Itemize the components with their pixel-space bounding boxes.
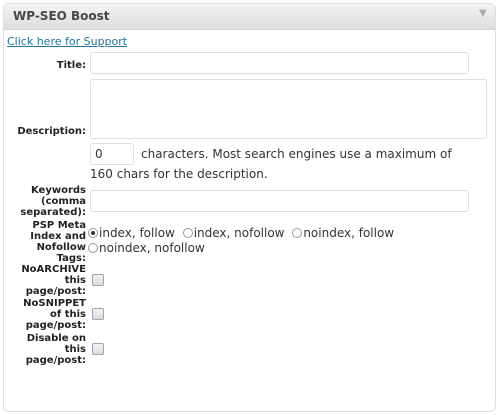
radio-label: noindex, follow [303, 226, 395, 240]
triangle-down-icon[interactable]: ▼ [479, 8, 487, 19]
nosnippet-label-line: NoSNIPPET [23, 298, 86, 309]
meta-tags-label: PSP Meta Index and Nofollow Tags: [2, 220, 86, 264]
char-help-line1: characters. Most search engines use a ma… [141, 147, 452, 161]
keywords-label-line: (comma [41, 196, 86, 207]
disable-label-line: this [64, 344, 86, 355]
meta-tags-label-line: Tags: [56, 253, 86, 264]
disable-checkbox[interactable] [92, 343, 104, 355]
radio-index-nofollow[interactable]: index, nofollow [182, 226, 285, 241]
noarchive-label: NoARCHIVE this page/post: [2, 264, 86, 297]
keywords-input[interactable] [90, 190, 469, 212]
noarchive-label-line: page/post: [25, 286, 86, 297]
meta-radio-group: index, follow index, nofollow noindex, f… [88, 226, 488, 256]
radio-label: index, follow [99, 226, 175, 240]
support-link[interactable]: Click here for Support [7, 35, 127, 48]
panel-header[interactable]: WP-SEO Boost ▼ [4, 4, 495, 30]
description-label: Description: [17, 126, 86, 137]
radio-button-icon[interactable] [182, 228, 193, 238]
radio-noindex-nofollow[interactable]: noindex, nofollow [88, 241, 205, 256]
noarchive-label-line: this [64, 275, 86, 286]
keywords-label-line: separated): [20, 207, 86, 218]
nosnippet-label-line: page/post: [25, 320, 86, 331]
description-textarea[interactable] [90, 79, 487, 139]
meta-tags-label-line: Nofollow [36, 242, 86, 253]
radio-label: noindex, nofollow [99, 241, 205, 255]
meta-tags-label-line: PSP Meta [32, 220, 86, 231]
disable-label: Disable on this page/post: [2, 333, 86, 366]
nosnippet-label: NoSNIPPET of this page/post: [2, 298, 86, 331]
keywords-label-line: Keywords [30, 185, 86, 196]
panel-title: WP-SEO Boost [13, 9, 110, 23]
radio-button-icon[interactable] [88, 228, 98, 238]
noarchive-label-line: NoARCHIVE [21, 264, 86, 275]
nosnippet-label-line: of this [50, 309, 86, 320]
nosnippet-checkbox[interactable] [92, 308, 104, 320]
meta-tags-label-line: Index and [30, 231, 86, 242]
radio-index-follow[interactable]: index, follow [88, 226, 175, 241]
keywords-label: Keywords (comma separated): [2, 185, 86, 218]
char-help-line2: 160 chars for the description. [90, 167, 268, 181]
radio-noindex-follow[interactable]: noindex, follow [292, 226, 394, 241]
radio-button-icon[interactable] [292, 228, 303, 238]
disable-label-line: page/post: [25, 355, 86, 366]
title-input[interactable] [90, 52, 469, 74]
char-count-input[interactable] [90, 143, 134, 165]
radio-label: index, nofollow [193, 226, 285, 240]
title-label: Title: [56, 60, 86, 71]
noarchive-checkbox[interactable] [92, 274, 104, 286]
disable-label-line: Disable on [26, 333, 86, 344]
panel-toggle[interactable]: ▼ [475, 4, 495, 29]
radio-button-icon[interactable] [88, 243, 98, 253]
